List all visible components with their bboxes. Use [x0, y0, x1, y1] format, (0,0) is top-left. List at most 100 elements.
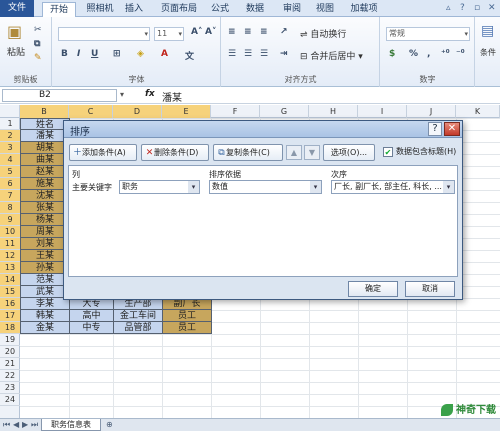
- row-header[interactable]: 13: [0, 262, 20, 274]
- ok-button[interactable]: 确定: [348, 281, 398, 297]
- tab-data[interactable]: 数据: [243, 2, 267, 17]
- tab-page-layout[interactable]: 页面布局: [157, 2, 201, 17]
- column-header-g[interactable]: G: [260, 105, 309, 118]
- percent-button[interactable]: %: [409, 49, 418, 59]
- column-header-c[interactable]: C: [69, 105, 113, 118]
- row-header[interactable]: 24: [0, 394, 20, 406]
- column-header-e[interactable]: E: [162, 105, 211, 118]
- fill-color-icon[interactable]: ◈: [137, 49, 144, 59]
- format-painter-icon[interactable]: ✎: [34, 53, 42, 63]
- first-sheet-icon[interactable]: ⏮: [3, 420, 10, 430]
- file-tab[interactable]: 文件: [0, 0, 34, 17]
- delete-level-button[interactable]: ✕删除条件(D): [141, 144, 209, 161]
- table-cell[interactable]: 金工车间: [113, 310, 163, 322]
- merge-center-button[interactable]: ⊟ 合并后居中 ▾: [300, 49, 363, 62]
- tab-review[interactable]: 审阅: [280, 2, 304, 17]
- row-header[interactable]: 7: [0, 190, 20, 202]
- row-header[interactable]: 14: [0, 274, 20, 286]
- row-header[interactable]: 10: [0, 226, 20, 238]
- options-button[interactable]: 选项(O)...: [323, 144, 375, 161]
- row-header[interactable]: 9: [0, 214, 20, 226]
- column-header-h[interactable]: H: [309, 105, 358, 118]
- help-icon[interactable]: ?: [460, 3, 470, 13]
- font-color-icon[interactable]: A: [161, 49, 168, 59]
- table-cell[interactable]: 韩某: [20, 310, 70, 322]
- conditional-format-button[interactable]: 条件: [480, 47, 496, 58]
- align-left-icon[interactable]: ☰: [228, 49, 236, 59]
- move-down-button[interactable]: ▼: [304, 145, 320, 160]
- paste-icon[interactable]: ▣: [7, 22, 22, 41]
- font-name-select[interactable]: ▾: [58, 27, 150, 41]
- column-header-i[interactable]: I: [358, 105, 407, 118]
- row-header[interactable]: 4: [0, 154, 20, 166]
- increase-decimal-icon[interactable]: ⁺⁰: [441, 49, 450, 59]
- align-right-icon[interactable]: ☰: [260, 49, 268, 59]
- row-header[interactable]: 1: [0, 118, 20, 130]
- dialog-titlebar[interactable]: 排序 ? ✕: [64, 121, 462, 138]
- row-header[interactable]: 2: [0, 130, 20, 142]
- formula-input[interactable]: 潘某: [162, 89, 182, 104]
- copy-level-button[interactable]: ⧉复制条件(C): [213, 144, 283, 161]
- next-sheet-icon[interactable]: ▶: [22, 420, 28, 429]
- row-header[interactable]: 18: [0, 322, 20, 334]
- font-size-select[interactable]: 11 ▾: [154, 27, 184, 41]
- currency-icon[interactable]: $: [389, 49, 395, 59]
- table-cell[interactable]: 品管部: [113, 322, 163, 334]
- close-icon[interactable]: ✕: [488, 3, 498, 13]
- column-header-f[interactable]: F: [211, 105, 260, 118]
- copy-icon[interactable]: ⧉: [34, 39, 40, 49]
- row-header[interactable]: 5: [0, 166, 20, 178]
- last-sheet-icon[interactable]: ⏭: [31, 420, 38, 430]
- tab-formulas[interactable]: 公式: [208, 2, 232, 17]
- row-header[interactable]: 19: [0, 334, 20, 346]
- minimize-ribbon-icon[interactable]: ▵: [446, 3, 456, 13]
- row-header[interactable]: 23: [0, 382, 20, 394]
- italic-icon[interactable]: I: [77, 49, 80, 59]
- table-cell[interactable]: 员工: [162, 310, 212, 322]
- restore-icon[interactable]: ▫: [474, 3, 484, 13]
- new-sheet-icon[interactable]: ⊕: [106, 420, 113, 429]
- shrink-font-icon[interactable]: A˅: [205, 27, 216, 37]
- wrap-text-button[interactable]: ⇌ 自动换行: [300, 27, 346, 40]
- row-header[interactable]: 6: [0, 178, 20, 190]
- decrease-decimal-icon[interactable]: ⁻⁰: [456, 49, 465, 59]
- move-up-button[interactable]: ▲: [286, 145, 302, 160]
- border-icon[interactable]: ⊞: [113, 49, 121, 59]
- has-headers-checkbox[interactable]: ✔ 数据包含标题(H): [383, 145, 456, 158]
- order-select[interactable]: 厂长, 副厂长, 部主任, 科长, ... ▾: [331, 180, 455, 194]
- column-header-k[interactable]: K: [456, 105, 500, 118]
- row-header[interactable]: 17: [0, 310, 20, 322]
- align-center-icon[interactable]: ☰: [244, 49, 252, 59]
- table-cell[interactable]: 金某: [20, 322, 70, 334]
- cut-icon[interactable]: ✂: [34, 25, 42, 35]
- underline-icon[interactable]: U: [91, 49, 98, 59]
- row-header[interactable]: 11: [0, 238, 20, 250]
- dialog-close-button[interactable]: ✕: [444, 122, 460, 136]
- dialog-help-button[interactable]: ?: [428, 122, 442, 136]
- column-header-d[interactable]: D: [113, 105, 162, 118]
- select-all-corner[interactable]: [0, 105, 20, 118]
- row-header[interactable]: 20: [0, 346, 20, 358]
- row-header[interactable]: 21: [0, 358, 20, 370]
- tab-view[interactable]: 视图: [313, 2, 337, 17]
- insert-function-button[interactable]: fx: [145, 89, 155, 99]
- row-header[interactable]: 8: [0, 202, 20, 214]
- orientation-icon[interactable]: ↗: [280, 27, 288, 37]
- row-header[interactable]: 22: [0, 370, 20, 382]
- table-cell[interactable]: 员工: [162, 322, 212, 334]
- row-header[interactable]: 16: [0, 298, 20, 310]
- tab-camera[interactable]: 照相机: [82, 2, 118, 17]
- name-box[interactable]: B2: [2, 89, 117, 102]
- indent-icon[interactable]: ⇥: [280, 49, 288, 59]
- tab-insert[interactable]: 插入: [122, 2, 146, 17]
- tab-home[interactable]: 开始: [42, 2, 76, 18]
- align-bottom-icon[interactable]: ≡: [260, 27, 268, 37]
- table-cell[interactable]: 中专: [69, 322, 114, 334]
- align-top-icon[interactable]: ≡: [228, 27, 236, 37]
- paste-button[interactable]: 粘贴: [7, 45, 25, 58]
- number-format-select[interactable]: 常规 ▾: [386, 27, 470, 41]
- column-select[interactable]: 职务 ▾: [119, 180, 200, 194]
- grow-font-icon[interactable]: A˄: [191, 27, 202, 37]
- phonetic-icon[interactable]: 文: [185, 49, 194, 62]
- column-header-b[interactable]: B: [20, 105, 69, 118]
